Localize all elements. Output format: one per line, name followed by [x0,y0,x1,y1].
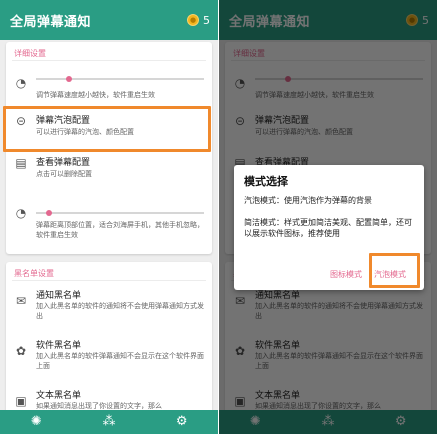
divider [12,280,206,281]
coin-counter[interactable]: ● 5 [187,14,210,27]
app-blacklist-desc: 加入此黑名单的软件弹幕通知不会显示在这个软件界面上面 [36,352,204,370]
speed-desc: 调节弹幕速度越小越快，软件重启生效 [36,91,155,99]
view-config-title: 查看弹幕配置 [36,158,91,168]
bubble-config-highlight [3,106,211,152]
speed-setting: ◔ 调节弹幕速度越小越快，软件重启生效 [6,68,212,104]
view-config-desc: 点击可以删除配置 [36,170,92,178]
view-config-icon: ▤ [15,156,27,170]
app-blacklist-icon: ✿ [15,344,27,358]
speed-slider-thumb[interactable] [66,76,73,82]
divider [12,60,206,61]
coin-count: 5 [203,13,210,27]
app-title: 全局弹幕通知 [10,14,92,30]
settings-screen-with-dialog: 全局弹幕通知 ● 5 详细设置 ◔ 调节弹幕速度越小越快，软件重启生效 ⊝ 弹幕… [219,0,437,434]
camera-shutter-icon[interactable]: ✺ [26,412,46,432]
app-blacklist-item[interactable]: ✿ 软件黑名单 加入此黑名单的软件弹幕通知不会显示在这个软件界面上面 [6,334,212,382]
speed-icon: ◔ [15,76,27,90]
view-config-item[interactable]: ▤ 查看弹幕配置 点击可以删除配置 [6,150,212,184]
text-blacklist-title: 文本黑名单 [36,391,82,401]
distance-desc: 弹幕距离顶部位置，适合刘海屏手机，其他手机忽略，软件重启生效 [36,221,204,239]
detail-settings-title: 详细设置 [14,49,46,58]
bubbles-icon[interactable]: ⁂ [99,412,119,432]
settings-screen: 全局弹幕通知 ● 5 详细设置 ◔ 调节弹幕速度越小越快，软件重启生效 ⊝ 弹幕… [0,0,218,434]
distance-slider[interactable] [36,210,204,216]
bubble-mode-highlight [369,253,420,288]
notify-blacklist-desc: 加入此黑名单的软件的通知将不会使用弹幕通知方式发出 [36,302,204,320]
simple-mode-text: 简洁模式：样式更加简洁美观、配置简单，还可以展示软件图标，推荐使用 [244,218,412,238]
notify-blacklist-item[interactable]: ✉ 通知黑名单 加入此黑名单的软件的通知将不会使用弹幕通知方式发出 [6,284,212,332]
text-blacklist-icon: ▣ [15,394,27,408]
distance-slider-thumb[interactable] [46,210,53,216]
blacklist-card: 黑名单设置 ✉ 通知黑名单 加入此黑名单的软件的通知将不会使用弹幕通知方式发出 … [6,262,212,422]
bubble-mode-text: 汽泡模式：使用汽泡作为弹幕的背景 [244,196,372,205]
dialog-title: 模式选择 [244,175,288,188]
icon-mode-button[interactable]: 图标模式 [330,269,362,280]
blacklist-title: 黑名单设置 [14,269,54,278]
app-bar: 全局弹幕通知 ● 5 [0,0,218,40]
coin-icon: ● [187,14,199,26]
speed-slider[interactable] [36,76,204,82]
notify-blacklist-title: 通知黑名单 [36,291,82,301]
notify-blacklist-icon: ✉ [15,294,27,308]
distance-icon: ◔ [15,206,27,220]
app-blacklist-title: 软件黑名单 [36,341,82,351]
bottom-navigation: ✺ ⁂ ⚙ [0,410,218,434]
gear-icon[interactable]: ⚙ [172,412,192,432]
distance-setting: ◔ 弹幕距离顶部位置，适合刘海屏手机，其他手机忽略，软件重启生效 [6,192,212,248]
